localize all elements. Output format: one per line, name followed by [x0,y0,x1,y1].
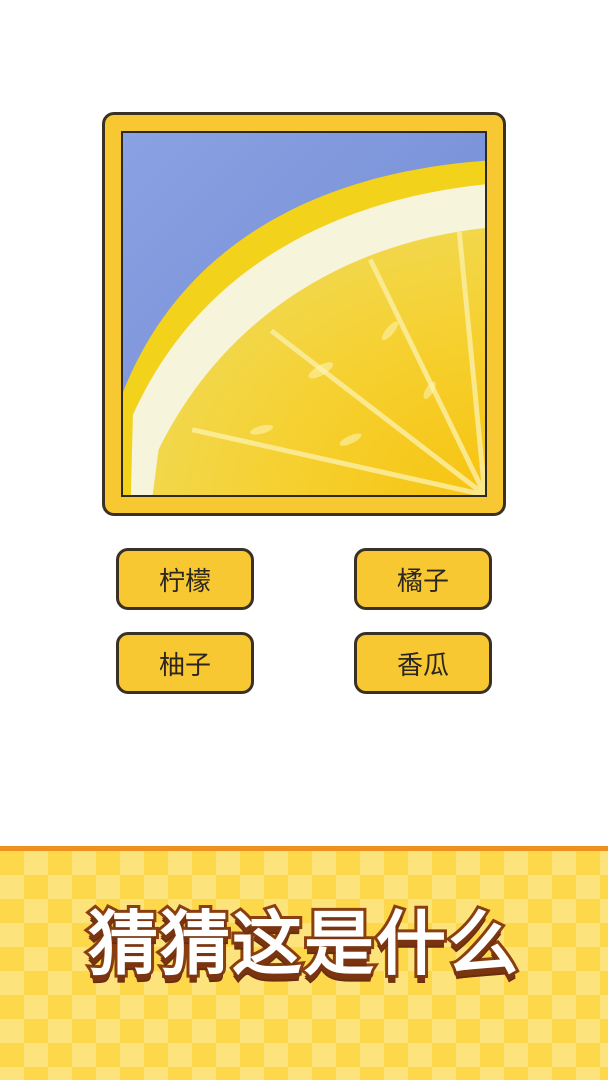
answer-option-pomelo[interactable]: 柚子 [116,632,254,694]
lemon-slice-image [121,131,487,497]
answer-option-melon[interactable]: 香瓜 [354,632,492,694]
title-banner: 猜猜这是什么 [0,846,608,1080]
picture-frame [102,112,506,516]
quiz-screen: 柠檬 橘子 柚子 香瓜 猜猜这是什么 [0,0,608,1080]
lemon-slice-illustration [123,133,485,495]
answer-option-lemon[interactable]: 柠檬 [116,548,254,610]
answer-option-tangerine[interactable]: 橘子 [354,548,492,610]
game-title: 猜猜这是什么 [85,903,521,985]
